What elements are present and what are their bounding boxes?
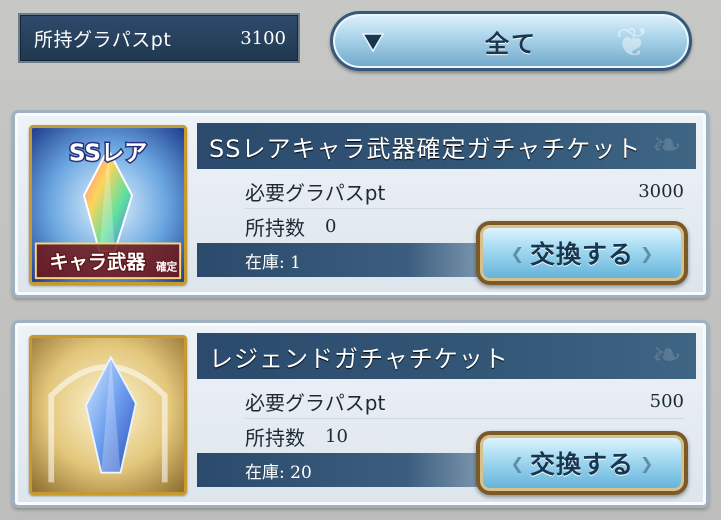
item-card: SSレア キャラ武器 確定 SSレアキャラ武器確定ガチャチケット ❧ 必要グラパ… <box>12 110 709 298</box>
item-title: SSレアキャラ武器確定ガチャチケット <box>209 134 642 163</box>
flourish-right: ❯ <box>640 453 654 473</box>
owned-value: 10 <box>325 425 348 447</box>
stock-bar: 在庫: 20 <box>197 453 497 487</box>
triangle-down-icon <box>361 33 385 53</box>
legend-crystal-icon <box>29 335 187 495</box>
cost-label: 必要グラパスpt <box>245 181 386 205</box>
owned-value: 0 <box>325 215 337 237</box>
cost-row: 必要グラパスpt 3000 <box>245 175 684 209</box>
item-card: レジェンドガチャチケット ❧ 必要グラパスpt 500 所持数 10 在庫: 2… <box>12 320 709 508</box>
stock-bar: 在庫: 1 <box>197 243 497 277</box>
flourish-left: ❮ <box>510 453 524 473</box>
cost-value: 500 <box>649 391 684 412</box>
filter-ornament: ❦ <box>615 20 649 66</box>
thumb-top-text: SSレア <box>69 141 147 167</box>
exchange-button[interactable]: ❮ 交換する ❯ <box>476 221 688 285</box>
stock-text: 在庫: 20 <box>245 462 312 483</box>
flourish-right: ❯ <box>640 243 654 263</box>
points-label: 所持グラパスpt <box>34 28 172 51</box>
cost-row: 必要グラパスpt 500 <box>245 385 684 419</box>
stock-text: 在庫: 1 <box>245 252 301 273</box>
thumb-bottom-small: 確定 <box>156 260 178 273</box>
filter-dropdown-button[interactable]: ❦ 全て <box>330 11 692 71</box>
item-title: レジェンドガチャチケット <box>209 344 509 373</box>
thumb-bottom-text: キャラ武器 <box>49 250 146 273</box>
owned-label: 所持数 <box>245 425 305 450</box>
owned-label: 所持数 <box>245 215 305 240</box>
title-ornament: ❧ <box>651 335 682 376</box>
points-value: 3100 <box>240 27 286 49</box>
exchange-button-label: 交換する <box>529 450 634 479</box>
ss-rare-crystal-icon: SSレア キャラ武器 確定 <box>29 125 187 285</box>
cost-value: 3000 <box>638 181 684 202</box>
item-title-bar: SSレアキャラ武器確定ガチャチケット ❧ <box>197 123 696 169</box>
title-ornament: ❧ <box>651 125 682 166</box>
exchange-button[interactable]: ❮ 交換する ❯ <box>476 431 688 495</box>
flourish-left: ❮ <box>510 243 524 263</box>
exchange-button-label: 交換する <box>529 240 634 269</box>
item-title-bar: レジェンドガチャチケット ❧ <box>197 333 696 379</box>
filter-label: 全て <box>485 29 537 58</box>
cost-label: 必要グラパスpt <box>245 391 386 415</box>
points-display: 所持グラパスpt 3100 <box>18 13 300 63</box>
